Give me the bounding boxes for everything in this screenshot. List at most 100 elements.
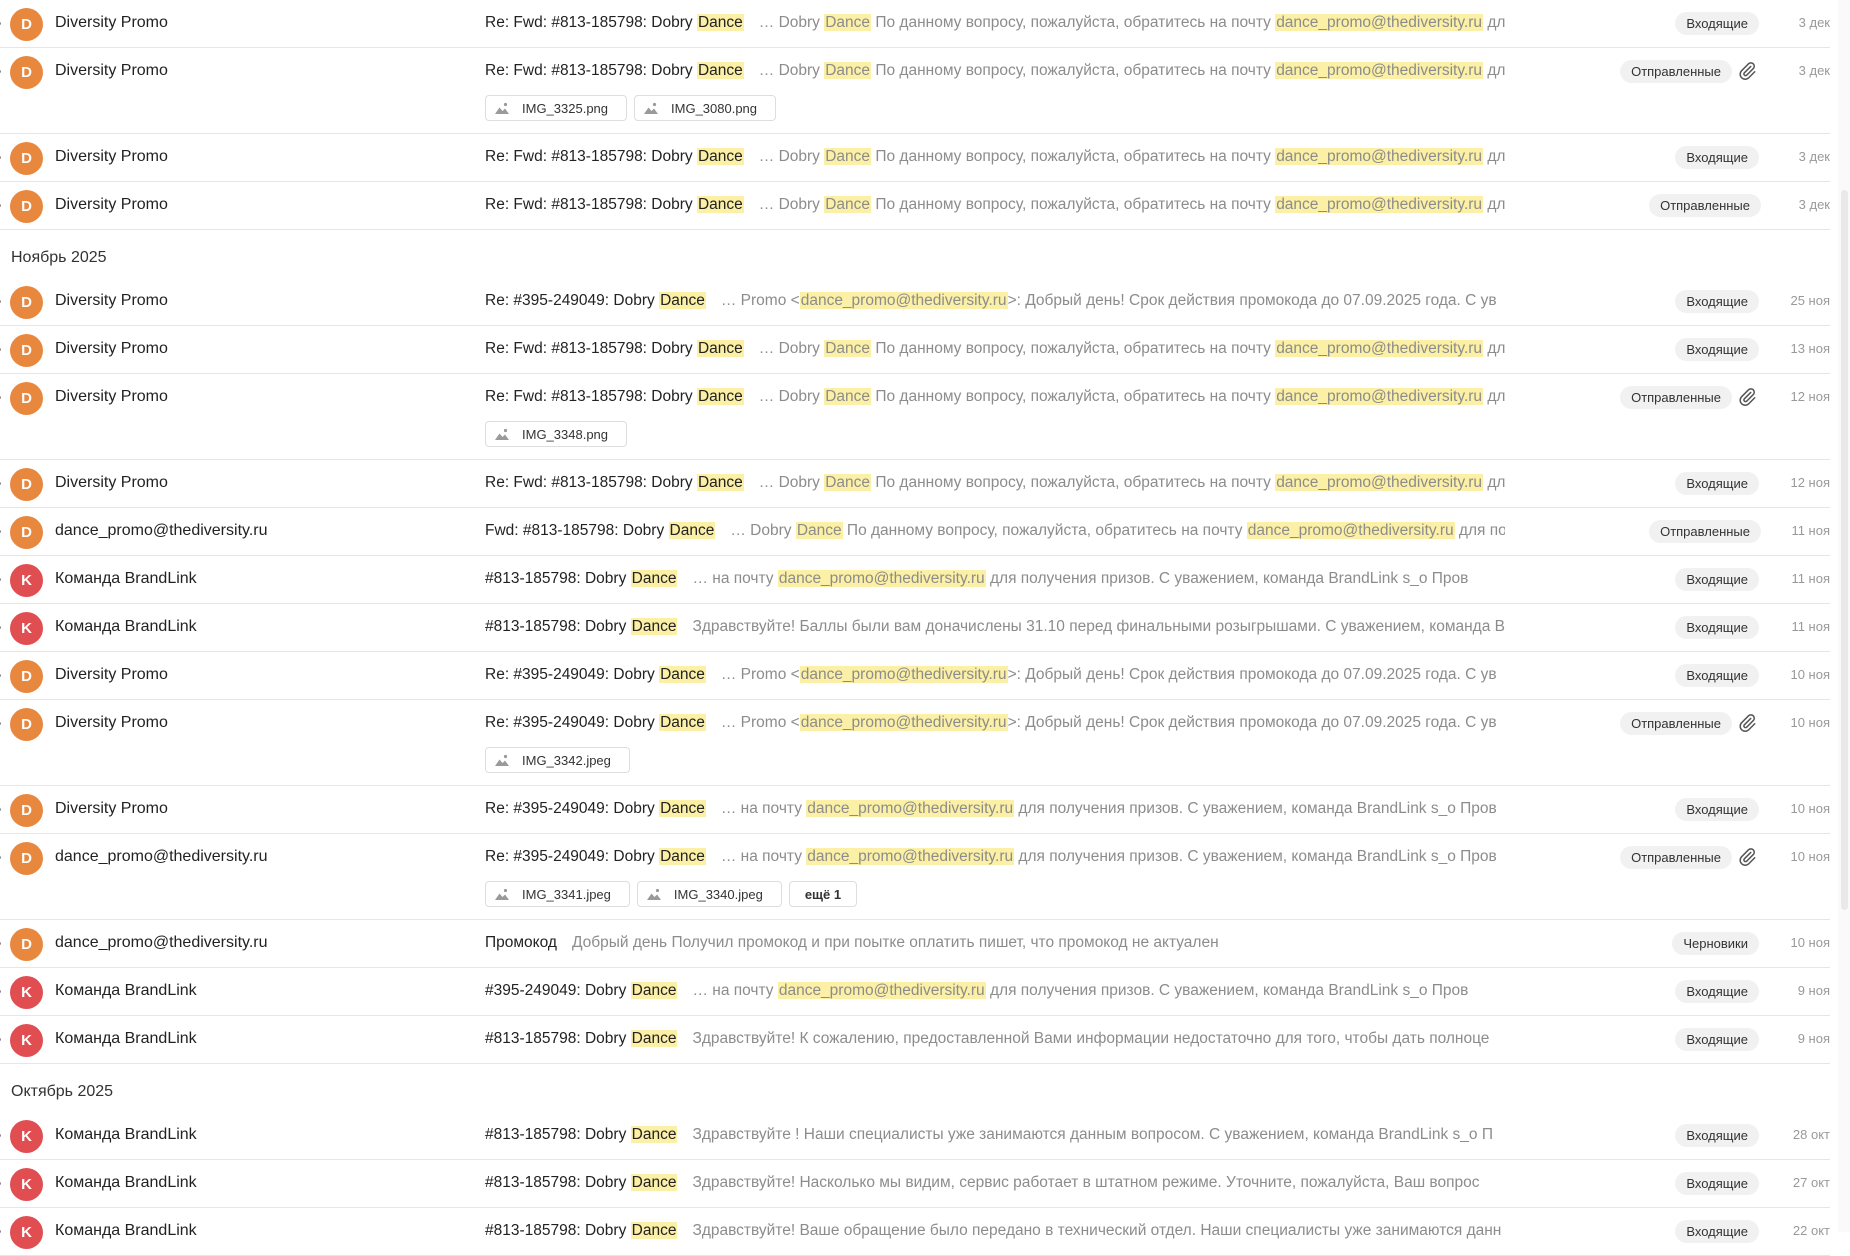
sender-name: Diversity Promo xyxy=(55,148,168,165)
mail-row[interactable]: D Diversity Promo Re: #395-249049: Dobry D… xyxy=(0,652,1830,700)
folder-badge[interactable]: Входящие xyxy=(1675,1028,1759,1051)
message-date: 10 ноя xyxy=(1790,935,1830,950)
mail-row[interactable]: D Diversity Promo Re: Fwd: #813-185798: Do… xyxy=(0,134,1830,182)
sender-name: Diversity Promo xyxy=(55,714,168,731)
paperclip-icon xyxy=(1737,713,1757,733)
sender-name: Diversity Promo xyxy=(55,340,168,357)
attachment-chip[interactable]: IMG_3341.jpeg xyxy=(485,881,630,907)
folder-badge[interactable]: Входящие xyxy=(1675,146,1759,169)
mail-row[interactable]: Ddance_promo@thediversity.ru Re: #395-249… xyxy=(0,834,1830,920)
attachment-list: IMG_3348.png xyxy=(0,421,1830,459)
mail-row[interactable]: D Diversity Promo Re: #395-249049: Dobry D… xyxy=(0,786,1830,834)
sender-avatar: K xyxy=(10,1216,43,1249)
mail-row[interactable]: K Команда BrandLink #813-185798: Dobry Dan… xyxy=(0,556,1830,604)
mail-row[interactable]: K Команда BrandLink #813-185798: Dobry Dan… xyxy=(0,1208,1830,1256)
search-highlight: Dance xyxy=(696,474,744,491)
sender-name: dance_promo@thediversity.ru xyxy=(55,522,268,539)
folder-badge[interactable]: Входящие xyxy=(1675,338,1759,361)
edge-marker xyxy=(0,808,1,811)
folder-badge[interactable]: Входящие xyxy=(1675,664,1759,687)
snippet: … на почту dance_promo@thediversity.ru д… xyxy=(721,800,1497,817)
message-date: 11 ноя xyxy=(1791,619,1830,634)
mail-row[interactable]: Ddance_promo@thediversity.ru Промокод Добр… xyxy=(0,920,1830,968)
subject: Fwd: #813-185798: Dobry Dance xyxy=(485,522,716,539)
search-highlight: dance_promo@thediversity.ru xyxy=(777,982,986,999)
snippet-text: По данному вопросу, пожалуйста, обратите… xyxy=(871,62,1276,79)
mail-row[interactable]: K Команда BrandLink #395-249049: Dobry Dan… xyxy=(0,968,1830,1016)
folder-badge[interactable]: Отправленные xyxy=(1620,712,1732,735)
folder-badge[interactable]: Отправленные xyxy=(1620,846,1732,869)
search-highlight: Dance xyxy=(795,522,843,539)
mail-row[interactable]: D Diversity Promo Re: #395-249049: Dobry D… xyxy=(0,700,1830,786)
folder-badge[interactable]: Входящие xyxy=(1675,472,1759,495)
snippet: … Dobry Dance По данному вопросу, пожалу… xyxy=(759,148,1505,165)
attachment-chip[interactable]: IMG_3348.png xyxy=(485,421,628,447)
subject-text: Re: Fwd: #813-185798: Dobry xyxy=(485,388,697,405)
snippet-text: для по xyxy=(1487,388,1505,405)
mail-row[interactable]: D Diversity Promo Re: Fwd: #813-185798: Do… xyxy=(0,460,1830,508)
folder-badge[interactable]: Входящие xyxy=(1675,616,1759,639)
snippet-text: … на почту xyxy=(692,570,778,587)
sender-avatar: D xyxy=(10,708,43,741)
mail-row[interactable]: D Diversity Promo Re: Fwd: #813-185798: Do… xyxy=(0,374,1830,460)
subject-text: #813-185798: Dobry xyxy=(485,1030,631,1047)
search-highlight: dance_promo@thediversity.ru xyxy=(806,848,1015,865)
mail-row[interactable]: K Команда BrandLink #813-185798: Dobry Dan… xyxy=(0,1160,1830,1208)
folder-badge[interactable]: Входящие xyxy=(1675,1124,1759,1147)
snippet-text: для получения призов. С уважением, коман… xyxy=(1014,800,1497,817)
folder-badge[interactable]: Черновики xyxy=(1672,932,1759,955)
folder-badge[interactable]: Входящие xyxy=(1675,1172,1759,1195)
subject-text: Re: Fwd: #813-185798: Dobry xyxy=(485,14,697,31)
snippet-text: … на почту xyxy=(720,800,807,817)
mail-row[interactable]: D Diversity Promo Re: #395-249049: Dobry D… xyxy=(0,278,1830,326)
sender-avatar: D xyxy=(10,56,43,89)
mail-row[interactable]: D Diversity Promo Re: Fwd: #813-185798: Do… xyxy=(0,182,1830,230)
search-highlight: Dance xyxy=(696,14,744,31)
sender-avatar: K xyxy=(10,1168,43,1201)
folder-badge[interactable]: Отправленные xyxy=(1620,60,1732,83)
subject: Re: Fwd: #813-185798: Dobry Dance xyxy=(485,62,744,79)
mail-row[interactable]: K Команда BrandLink #813-185798: Dobry Dan… xyxy=(0,1016,1830,1064)
subject-text: Re: Fwd: #813-185798: Dobry xyxy=(485,62,697,79)
search-highlight: Dance xyxy=(696,196,744,213)
search-highlight: Dance xyxy=(659,848,706,865)
snippet-text: для получения призов. С уважением, коман… xyxy=(1014,848,1497,865)
attachment-chip[interactable]: IMG_3342.jpeg xyxy=(485,747,630,773)
message-date: 10 ноя xyxy=(1790,801,1830,816)
folder-badge[interactable]: Входящие xyxy=(1675,798,1759,821)
attachment-filename: IMG_3342.jpeg xyxy=(522,752,611,768)
attachment-chip[interactable]: IMG_3325.png xyxy=(485,95,628,121)
more-attachments-button[interactable]: ещё 1 xyxy=(788,881,858,907)
paperclip-icon xyxy=(1737,387,1757,407)
subject: #813-185798: Dobry Dance xyxy=(485,570,678,587)
search-highlight: Dance xyxy=(659,714,706,731)
folder-badge[interactable]: Отправленные xyxy=(1649,194,1761,217)
mail-row[interactable]: K Команда BrandLink #813-185798: Dobry Dan… xyxy=(0,1112,1830,1160)
folder-badge[interactable]: Отправленные xyxy=(1649,520,1761,543)
sender-name: Команда BrandLink xyxy=(55,982,197,999)
snippet-text: … Dobry xyxy=(758,196,825,213)
mail-row[interactable]: Ddance_promo@thediversity.ru Fwd: #813-18… xyxy=(0,508,1830,556)
search-highlight: dance_promo@thediversity.ru xyxy=(1275,474,1484,491)
attachment-chip[interactable]: IMG_3080.png xyxy=(634,95,777,121)
search-highlight: dance_promo@thediversity.ru xyxy=(1275,148,1484,165)
folder-badge[interactable]: Отправленные xyxy=(1620,386,1732,409)
search-highlight: Dance xyxy=(824,14,872,31)
scrollbar[interactable] xyxy=(1838,0,1850,1232)
mail-row[interactable]: D Diversity Promo Re: Fwd: #813-185798: Do… xyxy=(0,326,1830,374)
subject-text: Re: Fwd: #813-185798: Dobry xyxy=(485,474,697,491)
edge-marker xyxy=(0,674,1,677)
folder-badge[interactable]: Входящие xyxy=(1675,980,1759,1003)
mail-row[interactable]: K Команда BrandLink #813-185798: Dobry Dan… xyxy=(0,604,1830,652)
snippet-text: >: Добрый день! Срок действия промокода … xyxy=(1007,292,1497,309)
folder-badge[interactable]: Входящие xyxy=(1675,290,1759,313)
message-date: 3 дек xyxy=(1798,149,1830,164)
search-highlight: Dance xyxy=(696,340,744,357)
attachment-chip[interactable]: IMG_3340.jpeg xyxy=(636,881,782,907)
scrollbar-thumb[interactable] xyxy=(1841,190,1848,910)
mail-row[interactable]: D Diversity Promo Re: Fwd: #813-185798: Do… xyxy=(0,0,1830,48)
folder-badge[interactable]: Входящие xyxy=(1675,568,1759,591)
folder-badge[interactable]: Входящие xyxy=(1675,12,1759,35)
mail-row[interactable]: D Diversity Promo Re: Fwd: #813-185798: Do… xyxy=(0,48,1830,134)
sender-name: Diversity Promo xyxy=(55,14,168,31)
